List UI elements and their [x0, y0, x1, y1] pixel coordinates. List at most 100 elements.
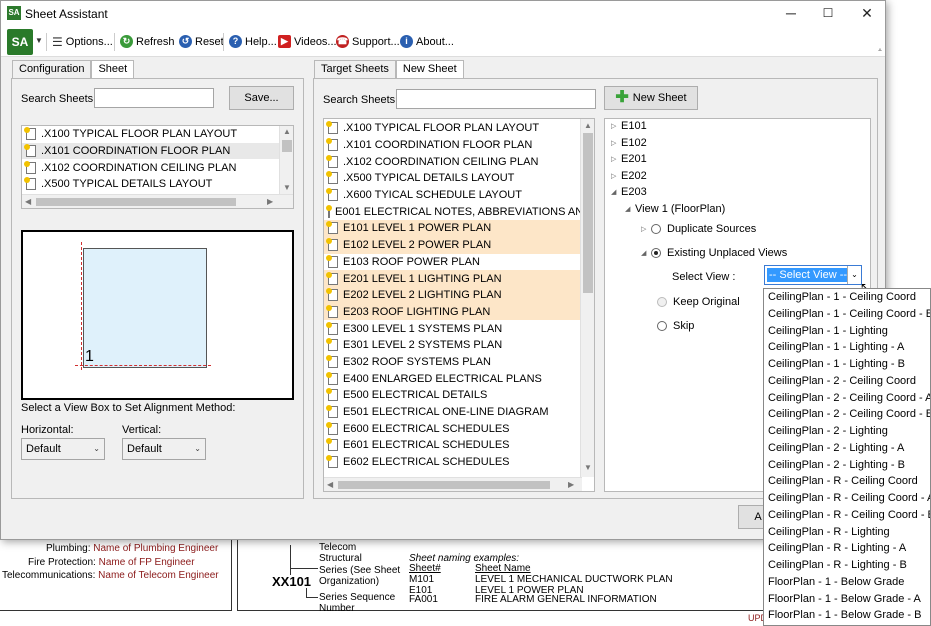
dropdown-option[interactable]: CeilingPlan - R - Ceiling Coord - A — [764, 490, 930, 507]
expand-icon[interactable]: ▷ — [611, 122, 621, 130]
list-item[interactable]: .X102 COORDINATION CEILING PLAN — [324, 153, 581, 170]
close-button[interactable]: ✕ — [852, 3, 882, 23]
help-button[interactable]: ? Help... — [229, 35, 277, 48]
vertical-scrollbar[interactable]: ▲ ▼ — [279, 126, 293, 196]
dropdown-option[interactable]: CeilingPlan - 2 - Lighting - A — [764, 440, 930, 457]
overflow-icon[interactable]: ⩡ — [878, 47, 882, 55]
duplicate-sources-option[interactable]: ▷ Duplicate Sources — [641, 223, 756, 235]
list-item[interactable]: E202 LEVEL 2 LIGHTING PLAN — [324, 286, 581, 304]
expand-icon[interactable]: ▷ — [611, 172, 621, 180]
dropdown-option[interactable]: FloorPlan - 1 - Below Grade — [764, 574, 930, 591]
vertical-scrollbar[interactable]: ▲ ▼ — [580, 119, 594, 477]
list-item[interactable]: .X500 TYPICAL DETAILS LAYOUT — [324, 170, 581, 187]
list-item[interactable]: .X102 COORDINATION CEILING PLAN — [22, 159, 281, 176]
save-button[interactable]: Save... — [229, 86, 294, 110]
list-item[interactable]: E400 ENLARGED ELECTRICAL PLANS — [324, 370, 581, 387]
scroll-left-icon[interactable]: ◀ — [327, 480, 333, 489]
dropdown-option[interactable]: CeilingPlan - 1 - Lighting - B — [764, 356, 930, 373]
list-item[interactable]: .X100 TYPICAL FLOOR PLAN LAYOUT — [324, 120, 581, 137]
options-button[interactable]: ☰ Options... — [52, 35, 113, 49]
scroll-right-icon[interactable]: ▶ — [568, 480, 574, 489]
scroll-left-icon[interactable]: ◀ — [25, 197, 31, 206]
list-item[interactable]: .X100 TYPICAL FLOOR PLAN LAYOUT — [22, 126, 281, 143]
keep-original-option[interactable]: Keep Original — [657, 296, 740, 308]
expand-icon[interactable]: ▷ — [611, 139, 621, 147]
dropdown-option[interactable]: CeilingPlan - R - Lighting — [764, 524, 930, 541]
search-sheets-input[interactable] — [396, 89, 596, 109]
tab-sheet[interactable]: Sheet — [91, 60, 135, 79]
tab-new-sheet[interactable]: New Sheet — [395, 60, 464, 79]
new-sheet-button[interactable]: ✚ New Sheet — [604, 86, 698, 110]
dropdown-option[interactable]: CeilingPlan - 1 - Lighting - A — [764, 339, 930, 356]
logo-button[interactable]: SA — [7, 29, 33, 55]
logo-dropdown-icon[interactable]: ▼ — [35, 36, 43, 45]
select-view-combobox[interactable]: -- Select View -- ⌄ — [764, 265, 862, 285]
list-item[interactable]: .X600 TYICAL SCHEDULE LAYOUT — [324, 187, 581, 204]
horizontal-select[interactable]: Default ⌄ — [21, 438, 105, 460]
dropdown-option[interactable]: FloorPlan - 1 - Below Grade - A — [764, 591, 930, 608]
dropdown-option[interactable]: CeilingPlan - 2 - Ceiling Coord - A — [764, 390, 930, 407]
radio-button[interactable] — [657, 297, 667, 307]
list-item[interactable]: .X101 COORDINATION FLOOR PLAN — [324, 137, 581, 154]
scroll-down-icon[interactable]: ▼ — [283, 183, 291, 192]
dropdown-option[interactable]: FloorPlan - 1 - Below Grade - B — [764, 607, 930, 624]
support-button[interactable]: ☎ Support... — [336, 35, 400, 48]
collapse-icon[interactable]: ◢ — [641, 249, 651, 257]
scroll-thumb[interactable] — [338, 481, 550, 489]
horizontal-scrollbar[interactable]: ◀ ▶ — [22, 194, 293, 208]
radio-button[interactable] — [657, 321, 667, 331]
list-item[interactable]: E302 ROOF SYSTEMS PLAN — [324, 354, 581, 371]
minimize-button[interactable]: ─ — [776, 3, 806, 23]
dropdown-option[interactable]: CeilingPlan - R - Ceiling Coord — [764, 473, 930, 490]
about-button[interactable]: i About... — [400, 35, 454, 48]
tab-configuration[interactable]: Configuration — [12, 60, 92, 78]
list-item[interactable]: E601 ELECTRICAL SCHEDULES — [324, 437, 581, 454]
tree-node-view[interactable]: ◢ View 1 (FloorPlan) — [625, 203, 725, 215]
scroll-thumb[interactable] — [282, 140, 292, 152]
scroll-up-icon[interactable]: ▲ — [584, 121, 592, 130]
scroll-thumb[interactable] — [36, 198, 236, 206]
scroll-right-icon[interactable]: ▶ — [267, 197, 273, 206]
expand-icon[interactable]: ▷ — [641, 225, 651, 233]
dropdown-option[interactable]: CeilingPlan - 2 - Ceiling Coord - B — [764, 406, 930, 423]
tree-node[interactable]: ◢ E203 — [611, 186, 647, 198]
dropdown-option[interactable]: CeilingPlan - 1 - Ceiling Coord — [764, 289, 930, 306]
list-item[interactable]: E500 ELECTRICAL DETAILS — [324, 387, 581, 404]
list-item[interactable]: E602 ELECTRICAL SCHEDULES — [324, 454, 581, 471]
dropdown-option[interactable]: CeilingPlan - 1 - Ceiling Coord - B — [764, 306, 930, 323]
list-item[interactable]: E600 ELECTRICAL SCHEDULES — [324, 420, 581, 437]
list-item[interactable]: E201 LEVEL 1 LIGHTING PLAN — [324, 270, 581, 287]
dropdown-option[interactable]: CeilingPlan - 1 - Lighting — [764, 323, 930, 340]
dropdown-option[interactable]: CeilingPlan - R - Lighting - A — [764, 540, 930, 557]
existing-unplaced-option[interactable]: ◢ Existing Unplaced Views — [641, 247, 787, 259]
scroll-down-icon[interactable]: ▼ — [584, 463, 592, 472]
expand-icon[interactable]: ▷ — [611, 155, 621, 163]
list-item[interactable]: E300 LEVEL 1 SYSTEMS PLAN — [324, 320, 581, 337]
list-item[interactable]: E101 LEVEL 1 POWER PLAN — [324, 220, 581, 237]
radio-button[interactable] — [651, 224, 661, 234]
list-item[interactable]: .X101 COORDINATION FLOOR PLAN — [22, 142, 281, 160]
tree-node[interactable]: ▷ E101 — [611, 120, 647, 132]
reset-button[interactable]: ↺ Reset — [179, 35, 224, 48]
dropdown-option[interactable]: CeilingPlan - 2 - Lighting - B — [764, 457, 930, 474]
dropdown-option[interactable]: CeilingPlan - R - Lighting - B — [764, 557, 930, 574]
scroll-thumb[interactable] — [583, 133, 593, 293]
maximize-button[interactable]: ☐ — [813, 3, 843, 23]
tree-node[interactable]: ▷ E201 — [611, 153, 647, 165]
skip-option[interactable]: Skip — [657, 320, 694, 332]
list-item[interactable]: E103 ROOF POWER PLAN — [324, 254, 581, 271]
vertical-select[interactable]: Default ⌄ — [122, 438, 206, 460]
chevron-down-icon[interactable]: ⌄ — [847, 266, 861, 284]
dropdown-option[interactable]: CeilingPlan - R - Ceiling Coord - B — [764, 507, 930, 524]
list-item[interactable]: E501 ELECTRICAL ONE-LINE DIAGRAM — [324, 404, 581, 421]
horizontal-scrollbar[interactable]: ◀ ▶ — [324, 477, 582, 491]
scroll-up-icon[interactable]: ▲ — [283, 127, 291, 136]
refresh-button[interactable]: ↻ Refresh — [120, 35, 175, 48]
list-item[interactable]: E001 ELECTRICAL NOTES, ABBREVIATIONS AND… — [324, 203, 594, 220]
viewport-box[interactable] — [83, 248, 207, 368]
tree-node[interactable]: ▷ E102 — [611, 137, 647, 149]
dropdown-option[interactable]: CeilingPlan - 2 - Ceiling Coord — [764, 373, 930, 390]
list-item[interactable]: E102 LEVEL 2 POWER PLAN — [324, 236, 581, 254]
tab-target-sheets[interactable]: Target Sheets — [314, 60, 396, 78]
search-sheets-input[interactable] — [94, 88, 214, 108]
